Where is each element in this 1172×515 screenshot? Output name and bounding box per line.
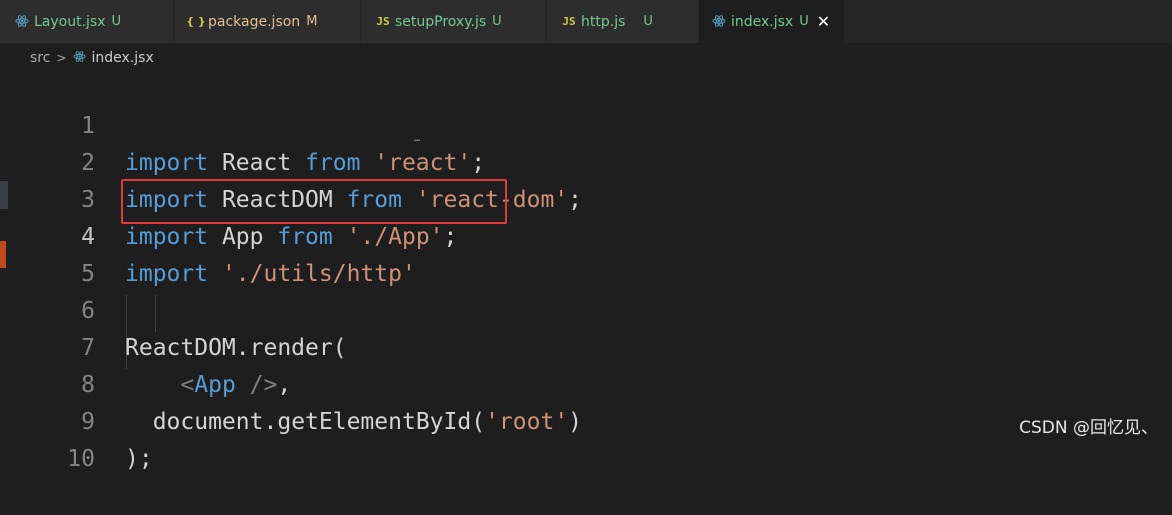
code-line: 10 bbox=[0, 404, 1172, 472]
react-icon bbox=[72, 50, 86, 67]
breadcrumb: src > index.jsx bbox=[0, 43, 1172, 73]
json-icon: { } bbox=[186, 14, 206, 28]
line-number: 10 bbox=[67, 446, 95, 472]
code-line: 8 document.getElementById('root') bbox=[0, 330, 1172, 435]
code-line: 1 import React from 'react'; bbox=[0, 71, 1172, 176]
tab-package-json[interactable]: { } package.json M bbox=[174, 0, 361, 43]
js-icon: JS bbox=[376, 14, 390, 28]
react-icon bbox=[711, 12, 727, 30]
git-status-badge: U bbox=[111, 14, 122, 29]
code-editor[interactable]: 1 import React from 'react'; 2 import Re… bbox=[0, 71, 1172, 472]
tab-http-js[interactable]: JS http.js U bbox=[547, 0, 699, 43]
code-line: 6 ReactDOM.render( bbox=[0, 256, 1172, 361]
tab-label: Layout.jsx bbox=[34, 13, 106, 30]
close-icon[interactable]: ✕ bbox=[817, 13, 830, 30]
code-line: 3 import App from './App'; bbox=[0, 145, 1172, 250]
tab-index-jsx[interactable]: index.jsx U ✕ bbox=[699, 0, 845, 43]
editor-tab-bar: Layout.jsx U { } package.json M JS setup… bbox=[0, 0, 1172, 43]
punctuation: ); bbox=[125, 446, 153, 472]
code-line: 2 import ReactDOM from 'react-dom'; bbox=[0, 108, 1172, 213]
watermark: CSDN @回忆见、 bbox=[1019, 418, 1158, 438]
chevron-right-icon: > bbox=[56, 51, 67, 65]
git-status-badge: U bbox=[492, 14, 502, 29]
breadcrumb-file[interactable]: index.jsx bbox=[92, 50, 154, 66]
tab-label: index.jsx bbox=[731, 13, 794, 30]
git-status-badge: U bbox=[799, 14, 809, 29]
tab-label: package.json bbox=[208, 13, 301, 30]
tab-layout-jsx[interactable]: Layout.jsx U bbox=[0, 0, 174, 43]
breadcrumb-folder[interactable]: src bbox=[30, 50, 50, 66]
react-icon bbox=[14, 12, 30, 30]
tab-label: setupProxy.js bbox=[395, 13, 487, 30]
git-status-badge: U bbox=[643, 14, 653, 29]
code-line: 9 ); bbox=[0, 367, 1172, 472]
code-line: 7 <App />, bbox=[0, 293, 1172, 398]
tab-setupproxy-js[interactable]: JS setupProxy.js U bbox=[361, 0, 547, 43]
code-lens-ellipsis[interactable]: … bbox=[414, 133, 420, 144]
annotation-highlight-box bbox=[121, 179, 507, 224]
git-status-badge: M bbox=[306, 14, 318, 29]
code-line: 5 bbox=[0, 219, 1172, 287]
js-icon: JS bbox=[562, 14, 576, 28]
tab-label: http.js bbox=[581, 13, 626, 30]
